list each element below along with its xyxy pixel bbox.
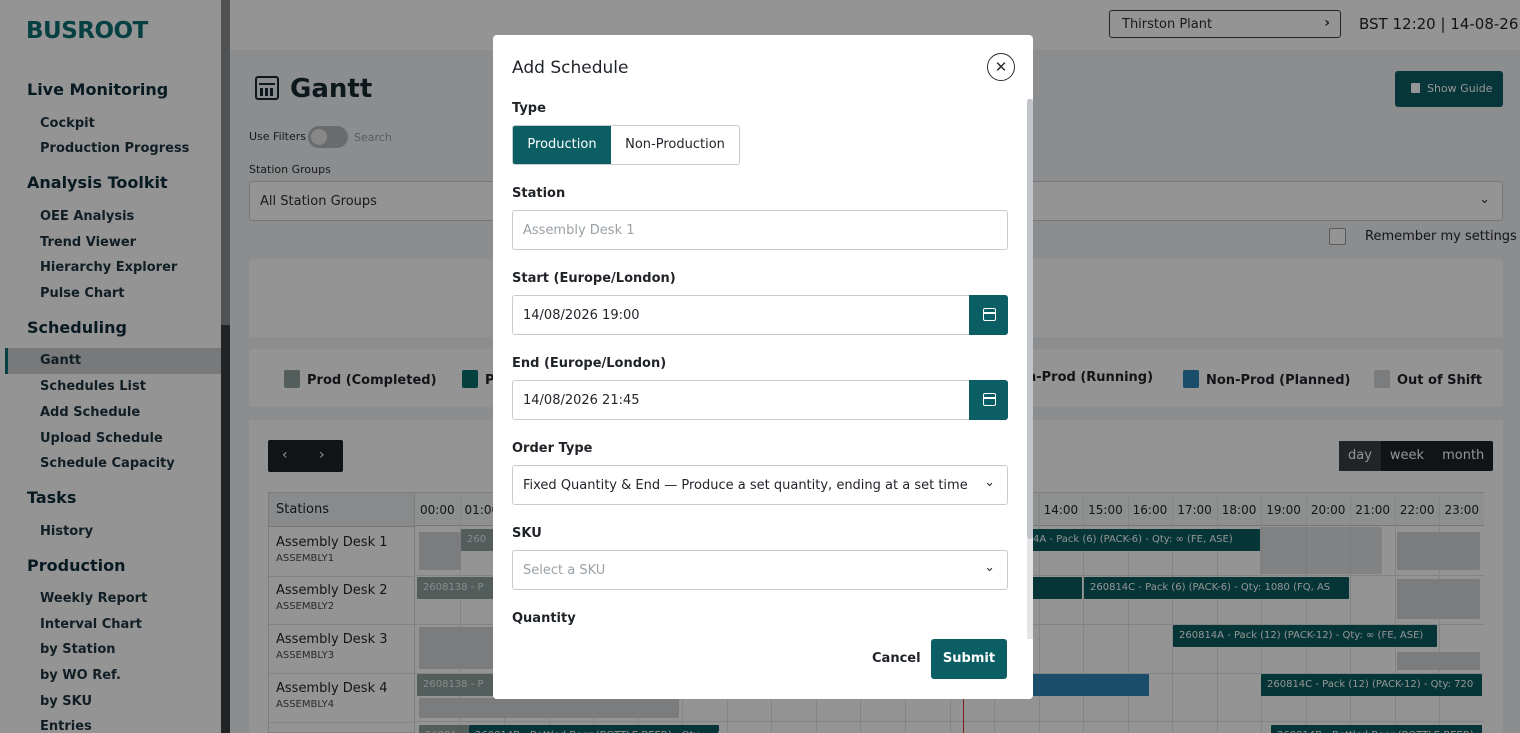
station-input[interactable]: Assembly Desk 1 <box>512 210 1008 250</box>
modal-scroll-thumb[interactable] <box>1027 99 1033 539</box>
station-label: Station <box>512 186 566 201</box>
order-type-value: Fixed Quantity & End — Produce a set qua… <box>523 478 968 493</box>
submit-button[interactable]: Submit <box>931 639 1007 679</box>
order-type-select[interactable]: Fixed Quantity & End — Produce a set qua… <box>512 465 1008 505</box>
start-label: Start (Europe/London) <box>512 271 676 286</box>
end-datetime-input[interactable]: 14/08/2026 21:45 <box>512 380 1008 420</box>
cancel-button[interactable]: Cancel <box>872 651 921 666</box>
calendar-icon[interactable] <box>969 295 1008 335</box>
start-datetime-value: 14/08/2026 19:00 <box>523 308 640 323</box>
type-selector: Production Non-Production <box>512 125 740 165</box>
add-schedule-modal: Add Schedule ✕ Type Production Non-Produ… <box>493 35 1033 699</box>
end-datetime-value: 14/08/2026 21:45 <box>523 393 640 408</box>
end-label: End (Europe/London) <box>512 356 667 371</box>
type-label: Type <box>512 101 546 116</box>
type-production-button[interactable]: Production <box>513 126 611 164</box>
type-non-production-button[interactable]: Non-Production <box>611 126 739 164</box>
close-icon[interactable]: ✕ <box>987 53 1015 81</box>
calendar-icon[interactable] <box>969 380 1008 420</box>
chevron-down-icon: ⌄ <box>984 475 995 490</box>
sku-placeholder: Select a SKU <box>523 563 606 578</box>
sku-select[interactable]: Select a SKU ⌄ <box>512 550 1008 590</box>
start-datetime-input[interactable]: 14/08/2026 19:00 <box>512 295 1008 335</box>
chevron-down-icon: ⌄ <box>984 560 995 575</box>
order-type-label: Order Type <box>512 441 593 456</box>
sku-label: SKU <box>512 526 542 541</box>
modal-title: Add Schedule <box>512 58 629 78</box>
modal-scrollbar[interactable] <box>1027 99 1033 639</box>
quantity-label: Quantity <box>512 611 576 626</box>
